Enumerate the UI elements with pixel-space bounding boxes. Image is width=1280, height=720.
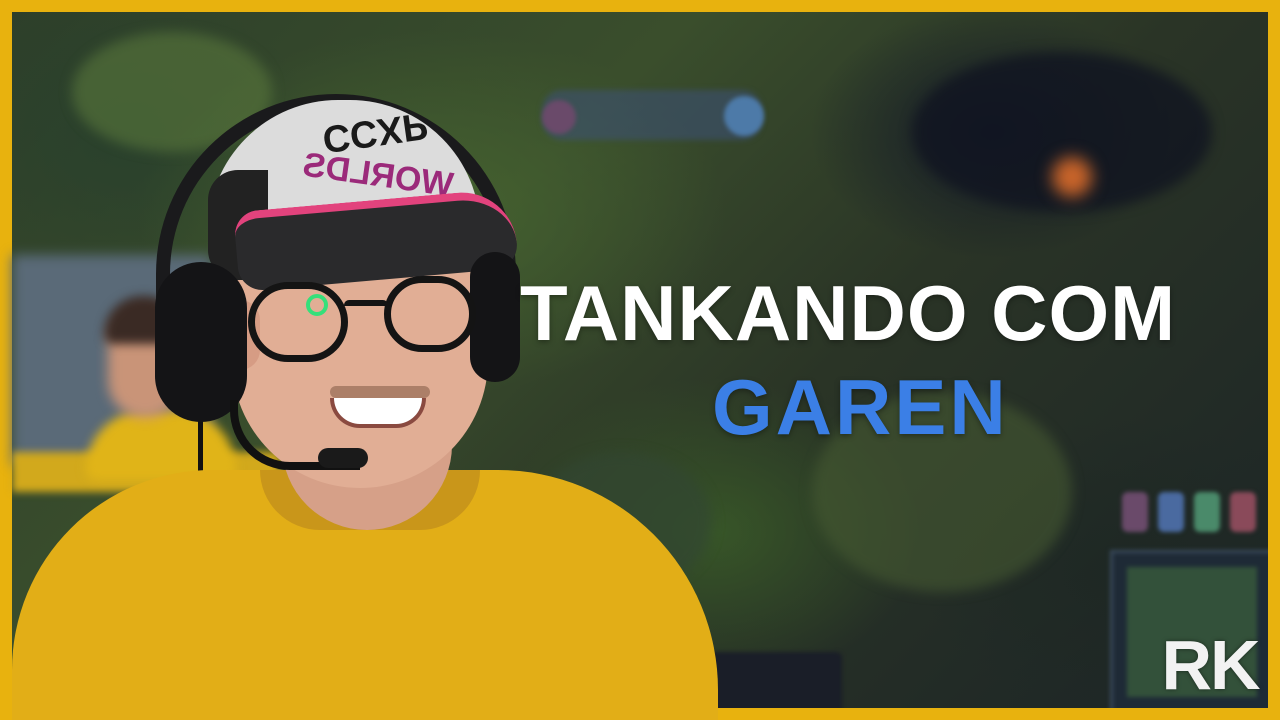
title-line-2: GAREN (712, 363, 1009, 451)
mustache (330, 386, 430, 398)
glasses-lens-left (248, 282, 348, 362)
headset-cup-left (155, 262, 247, 422)
rk-watermark-logo: RK (1161, 626, 1260, 704)
glasses-glare (306, 294, 328, 316)
headset-cup-right (470, 252, 520, 382)
title-line-1: TANKANDO COM (520, 269, 1177, 357)
thumbnail-frame: CCXP WORLDS TANKANDO COM GAREN RK (0, 0, 1280, 720)
glasses-lens-right (384, 276, 476, 352)
microphone-icon (318, 448, 368, 468)
streamer: CCXP WORLDS (0, 0, 1280, 720)
glasses-bridge (344, 300, 388, 310)
